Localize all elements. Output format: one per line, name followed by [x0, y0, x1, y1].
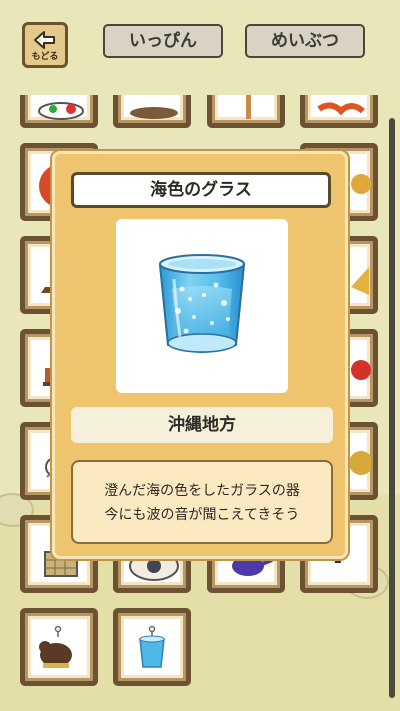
item-image-frame	[116, 219, 288, 393]
bear-figure-icon	[39, 625, 72, 668]
description-line-1: 澄んだ海の色をしたガラスの器	[104, 483, 300, 499]
item-tile[interactable]	[207, 95, 285, 128]
small-glass-icon	[139, 625, 165, 668]
description-line-2: 今にも波の音が聞こえてきそう	[104, 507, 300, 523]
ruler-icon	[246, 95, 251, 119]
rice-ball-icon	[38, 102, 84, 120]
item-tile[interactable]	[20, 608, 98, 686]
tab-ippin[interactable]: いっぴん	[103, 24, 223, 58]
item-description: 澄んだ海の色をしたガラスの器 今にも波の音が聞こえてきそう	[71, 460, 333, 544]
tab-meibutsu[interactable]: めいぶつ	[245, 24, 365, 58]
item-tile-sea-glass[interactable]	[113, 608, 191, 686]
region-label: 沖縄地方	[71, 407, 333, 443]
hat-icon	[130, 107, 178, 119]
item-tile[interactable]	[300, 95, 378, 128]
back-arrow-icon	[34, 31, 55, 49]
red-item-icon	[317, 102, 365, 116]
back-label: もどる	[31, 52, 59, 62]
item-tile[interactable]	[20, 95, 98, 128]
item-tile[interactable]	[113, 95, 191, 128]
item-detail-popup: 海色のグラス 沖縄地方 澄んだ海の色をしたガラスの器 今にも波の音が聞こえてきそ…	[52, 151, 348, 559]
scrollbar[interactable]	[389, 118, 395, 698]
back-button[interactable]: もどる	[22, 22, 68, 68]
item-name: 海色のグラス	[71, 172, 331, 208]
sea-glass-icon	[158, 254, 246, 353]
